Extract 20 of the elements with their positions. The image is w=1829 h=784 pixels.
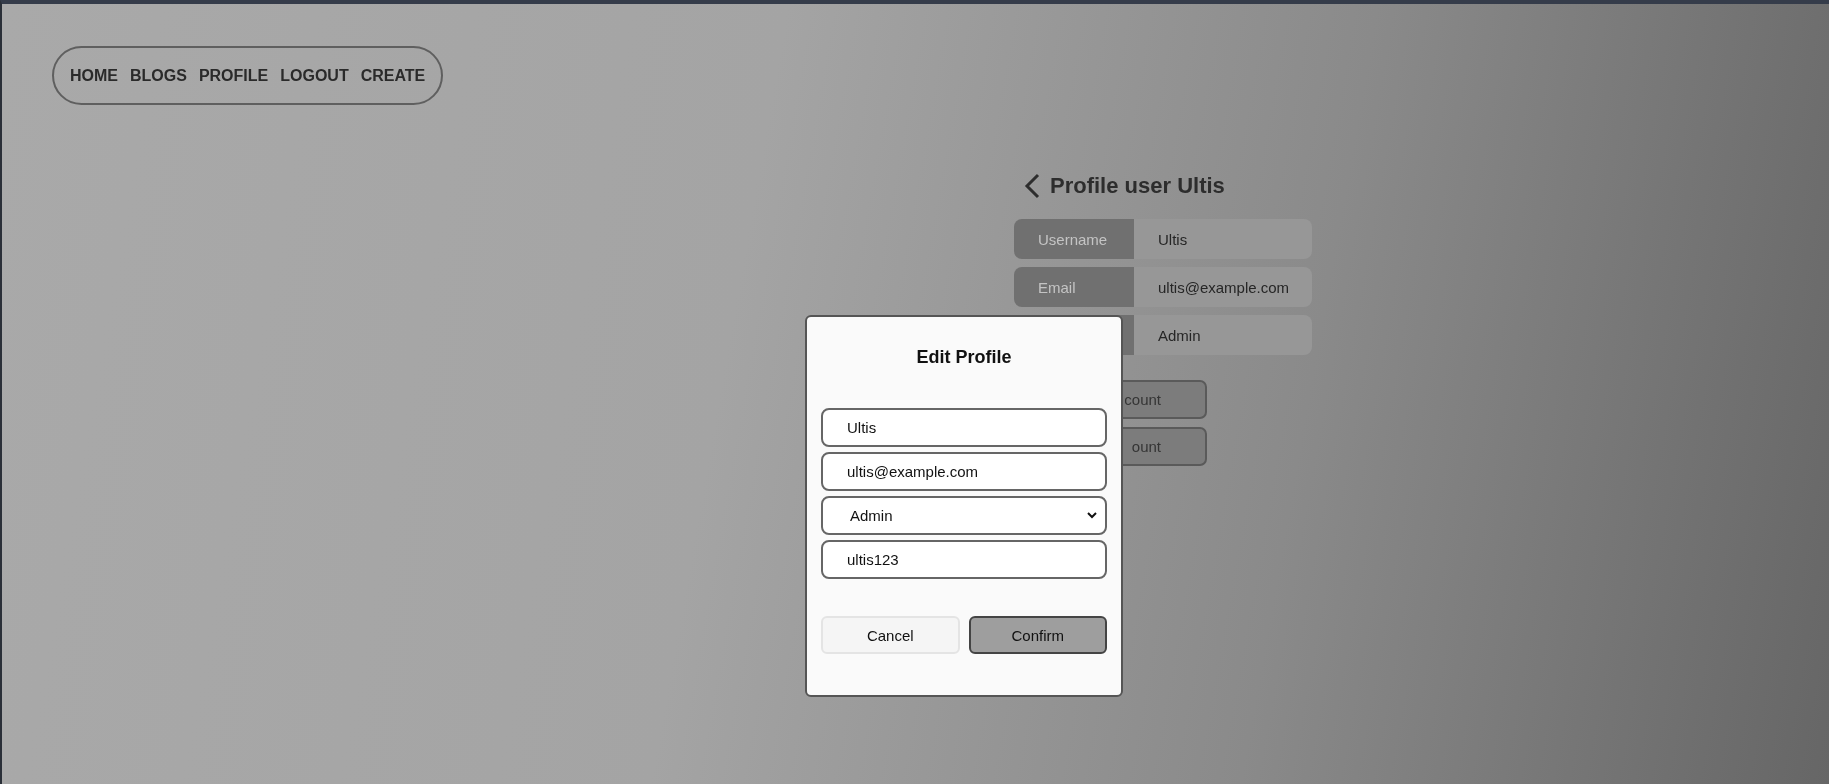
field-label: Email <box>1014 267 1134 307</box>
field-label: Username <box>1014 219 1134 259</box>
confirm-button[interactable]: Confirm <box>968 616 1107 654</box>
back-chevron-icon[interactable] <box>1024 173 1040 199</box>
nav-link[interactable]: BLOGS <box>130 66 187 85</box>
role-select[interactable]: Admin <box>821 496 1107 535</box>
profile-title: Profile user Ultis <box>1050 173 1225 199</box>
input-field[interactable]: ultis@example.com <box>821 452 1107 491</box>
nav-link[interactable]: PROFILE <box>198 66 269 85</box>
input-field[interactable]: ultis123 <box>821 540 1107 579</box>
field-value: Admin <box>1134 315 1312 355</box>
dialog-title: Edit Profile <box>915 347 1013 368</box>
cancel-button[interactable]: Cancel <box>821 616 960 654</box>
field-value: ultis@example.com <box>1134 267 1312 307</box>
nav-link[interactable]: CREATE <box>360 66 426 85</box>
nav-link[interactable]: LOGOUT <box>280 66 349 85</box>
chevron-down-icon <box>1087 512 1097 519</box>
input-field[interactable]: Ultis <box>821 408 1107 447</box>
field-value: Ultis <box>1134 219 1312 259</box>
nav-link[interactable]: HOME <box>70 66 118 85</box>
